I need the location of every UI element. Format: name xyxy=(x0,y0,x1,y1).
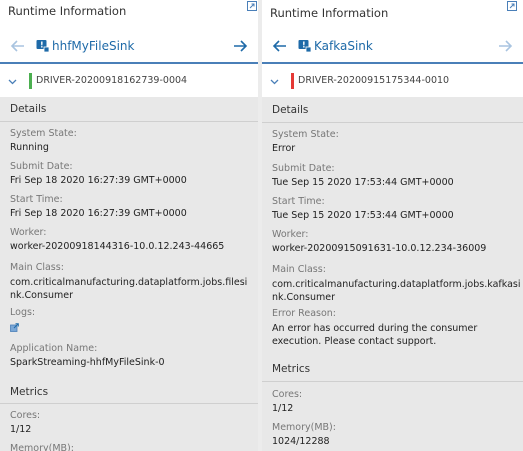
driver-row[interactable]: DRIVER-20200918162739-0004 xyxy=(0,66,258,97)
details-header: Details xyxy=(10,103,47,115)
system-state-label: System State: xyxy=(10,128,77,139)
memory-value: 1024/12288 xyxy=(272,436,330,447)
back-arrow-icon[interactable] xyxy=(272,38,288,54)
memory-label: Memory(MB): xyxy=(272,422,336,433)
panel-title: Runtime Information xyxy=(270,6,389,20)
forward-arrow-icon[interactable] xyxy=(497,38,513,54)
main-class-value: com.criticalmanufacturing.dataplatform.j… xyxy=(272,279,521,303)
job-title: ! KafkaSink xyxy=(298,39,373,53)
logs-label: Logs: xyxy=(10,307,36,318)
section-divider xyxy=(0,121,258,122)
application-name-value: SparkStreaming-hhfMyFileSink-0 xyxy=(10,357,165,368)
section-divider xyxy=(0,403,258,404)
main-class-value: com.criticalmanufacturing.dataplatform.j… xyxy=(10,277,248,301)
submit-date-label: Submit Date: xyxy=(10,161,73,172)
runtime-panel-right: Runtime Information ! KafkaSink DRIVER-2… xyxy=(262,0,523,451)
external-link-icon[interactable] xyxy=(10,323,19,332)
main-class-label: Main Class: xyxy=(272,264,326,275)
driver-row[interactable]: DRIVER-20200915175344-0010 xyxy=(262,66,523,97)
submit-date-label: Submit Date: xyxy=(272,163,335,174)
chevron-down-icon[interactable] xyxy=(270,77,279,86)
cores-value: 1/12 xyxy=(10,424,32,435)
back-arrow-icon[interactable] xyxy=(10,38,26,54)
error-reason-value: An error has occurred during the consume… xyxy=(272,323,478,347)
status-indicator xyxy=(291,73,294,89)
svg-text:!: ! xyxy=(302,41,306,50)
popout-icon[interactable] xyxy=(247,1,257,11)
svg-text:!: ! xyxy=(40,41,44,50)
start-time-value: Tue Sep 15 2020 17:53:44 GMT+0000 xyxy=(272,210,454,221)
job-name: hhfMyFileSink xyxy=(52,39,135,53)
system-state-value: Running xyxy=(10,142,49,153)
worker-label: Worker: xyxy=(10,227,47,238)
status-indicator xyxy=(29,73,32,89)
sink-job-icon: ! xyxy=(298,40,311,52)
memory-label: Memory(MB): xyxy=(10,443,74,451)
driver-id: DRIVER-20200915175344-0010 xyxy=(298,75,450,86)
popout-icon[interactable] xyxy=(507,1,517,11)
cores-label: Cores: xyxy=(272,389,303,400)
job-title: ! hhfMyFileSink xyxy=(36,39,134,53)
cores-label: Cores: xyxy=(10,410,41,421)
sink-job-icon: ! xyxy=(36,40,49,52)
forward-arrow-icon[interactable] xyxy=(232,38,248,54)
job-name: KafkaSink xyxy=(314,39,373,53)
chevron-down-icon[interactable] xyxy=(8,77,17,86)
system-state-label: System State: xyxy=(272,129,339,140)
section-divider xyxy=(262,381,523,382)
system-state-value: Error xyxy=(272,143,296,154)
job-navigation-bar: ! hhfMyFileSink xyxy=(0,32,258,64)
metrics-header: Metrics xyxy=(10,386,49,398)
panel-title: Runtime Information xyxy=(8,4,127,18)
details-content: Details System State: Running Submit Dat… xyxy=(0,97,258,451)
submit-date-value: Fri Sep 18 2020 16:27:39 GMT+0000 xyxy=(10,175,187,186)
job-navigation-bar: ! KafkaSink xyxy=(262,32,523,64)
error-reason-label: Error Reason: xyxy=(272,308,336,319)
submit-date-value: Tue Sep 15 2020 17:53:44 GMT+0000 xyxy=(272,177,454,188)
main-class-label: Main Class: xyxy=(10,262,64,273)
runtime-panel-left: Runtime Information ! hhfMyFileSink DRIV… xyxy=(0,0,258,451)
start-time-label: Start Time: xyxy=(10,194,63,205)
section-divider xyxy=(262,122,523,123)
cores-value: 1/12 xyxy=(272,403,294,414)
metrics-header: Metrics xyxy=(272,363,311,375)
worker-label: Worker: xyxy=(272,229,309,240)
start-time-value: Fri Sep 18 2020 16:27:39 GMT+0000 xyxy=(10,208,187,219)
worker-value: worker-20200915091631-10.0.12.234-36009 xyxy=(272,243,487,254)
application-name-label: Application Name: xyxy=(10,343,98,354)
start-time-label: Start Time: xyxy=(272,196,325,207)
worker-value: worker-20200918144316-10.0.12.243-44665 xyxy=(10,241,225,252)
details-header: Details xyxy=(272,104,309,116)
details-content: Details System State: Error Submit Date:… xyxy=(262,97,523,451)
driver-id: DRIVER-20200918162739-0004 xyxy=(36,75,188,86)
